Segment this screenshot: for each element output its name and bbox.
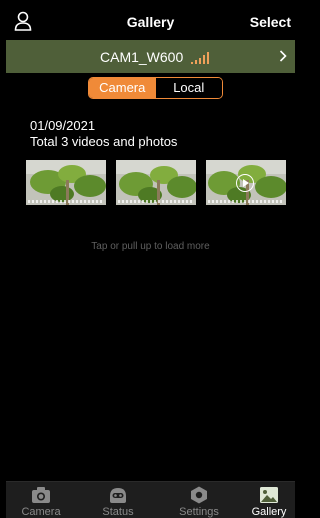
gallery-image-icon xyxy=(260,487,278,503)
select-button[interactable]: Select xyxy=(250,14,291,30)
chevron-right-icon xyxy=(279,50,287,62)
thumbnail-photo[interactable] xyxy=(26,160,106,205)
settings-hex-icon xyxy=(191,486,207,504)
camera-icon xyxy=(32,487,50,503)
play-icon xyxy=(236,174,254,192)
thumbnail-video[interactable] xyxy=(206,160,286,205)
camera-selector-bar[interactable]: CAM1_W600 xyxy=(6,40,295,73)
segment-camera[interactable]: Camera xyxy=(89,78,156,98)
signal-bars-icon xyxy=(191,52,209,64)
tab-gallery[interactable]: Gallery xyxy=(239,482,299,518)
tab-label: Camera xyxy=(21,506,61,518)
gallery-date: 01/09/2021 xyxy=(30,118,96,133)
tab-camera[interactable]: Camera xyxy=(11,482,71,518)
app-frame: Gallery Select CAM1_W600 Camera Local 01… xyxy=(6,0,295,518)
camera-name: CAM1_W600 xyxy=(100,49,184,65)
tab-bar: Camera Status Settings Gallery xyxy=(6,481,295,518)
tab-settings[interactable]: Settings xyxy=(169,482,229,518)
segment-local[interactable]: Local xyxy=(155,78,222,98)
thumbnail-photo[interactable] xyxy=(116,160,196,205)
source-segmented-control: Camera Local xyxy=(88,77,223,99)
header: Gallery Select xyxy=(6,0,295,40)
tab-label: Gallery xyxy=(251,506,287,518)
thumbnail-grid xyxy=(26,160,286,205)
tab-label: Settings xyxy=(179,506,219,518)
tab-status[interactable]: Status xyxy=(88,482,148,518)
load-more-hint[interactable]: Tap or pull up to load more xyxy=(6,241,295,252)
tab-label: Status xyxy=(102,506,134,518)
robot-face-icon xyxy=(110,488,126,503)
gallery-summary: Total 3 videos and photos xyxy=(30,134,178,149)
